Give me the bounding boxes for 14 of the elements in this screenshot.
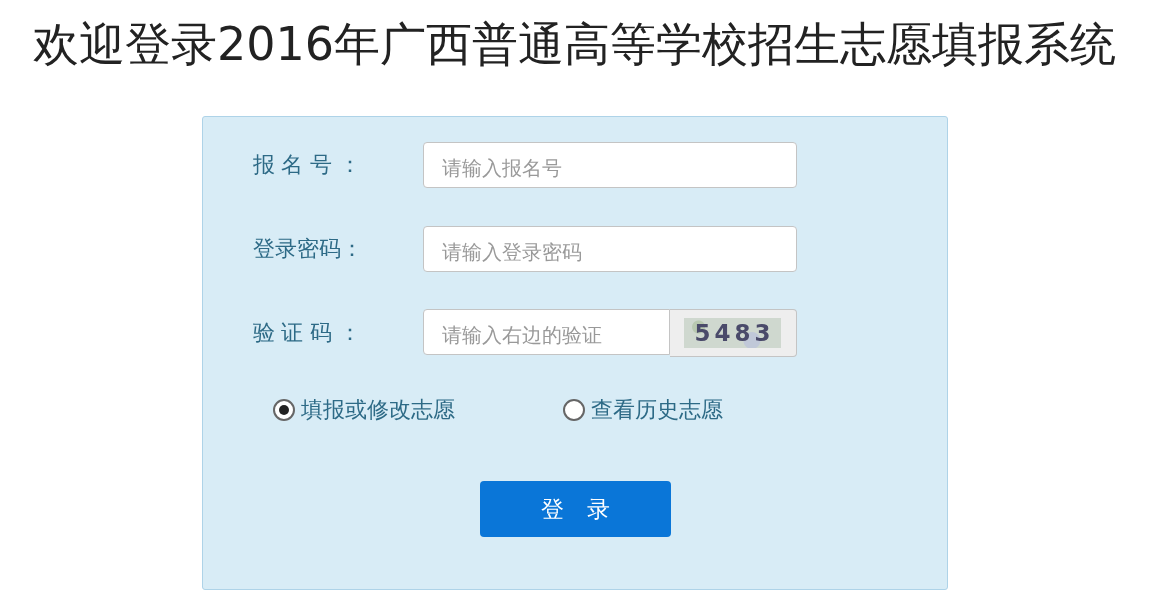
password-input[interactable]: 请输入登录密码 [422,226,797,272]
field-label: 登录密码： [252,235,364,263]
registration-number-input[interactable]: 请输入报名号 [422,142,797,188]
captcha-image[interactable]: 5483 [669,309,797,357]
radio-icon[interactable] [272,399,295,421]
radio-option[interactable]: 查看历史志愿 [562,395,723,425]
field-label: 报 名 号 ： [252,151,363,179]
captcha-code: 5483 [684,318,781,348]
radio-icon[interactable] [562,399,585,421]
login-button[interactable]: 登 录 [479,481,671,537]
captcha-input[interactable]: 请输入右边的验证 [422,309,670,355]
field-label: 验 证 码 ： [252,319,363,347]
radio-option[interactable]: 填报或修改志愿 [272,395,455,425]
page-title: 欢迎登录2016年广西普通高等学校招生志愿填报系统 [32,16,1117,73]
